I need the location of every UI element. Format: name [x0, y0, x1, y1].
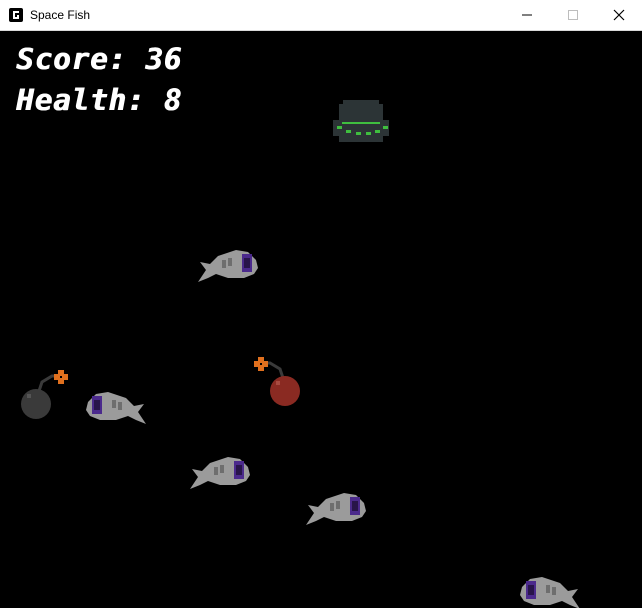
space-fish-icon — [198, 250, 258, 282]
minimize-button[interactable] — [504, 0, 550, 30]
title-bar: Space Fish — [0, 0, 642, 31]
game-canvas[interactable]: Score: 36 Health: 8 — [0, 31, 642, 608]
window-title: Space Fish — [30, 8, 91, 22]
bomb-icon — [254, 357, 300, 406]
close-button[interactable] — [596, 0, 642, 30]
health-label: Health: 8 — [16, 83, 183, 117]
app-icon — [9, 8, 23, 22]
space-fish-icon — [520, 577, 580, 608]
space-fish-icon — [86, 392, 146, 424]
space-fish-icon — [306, 493, 366, 525]
bomb-icon — [21, 370, 68, 419]
score-label: Score: 36 — [16, 42, 183, 76]
ufo-icon — [333, 100, 389, 142]
space-fish-icon — [190, 457, 250, 489]
maximize-button[interactable] — [550, 0, 596, 30]
close-icon — [613, 9, 625, 21]
minimize-icon — [522, 14, 532, 16]
maximize-icon — [568, 10, 578, 20]
